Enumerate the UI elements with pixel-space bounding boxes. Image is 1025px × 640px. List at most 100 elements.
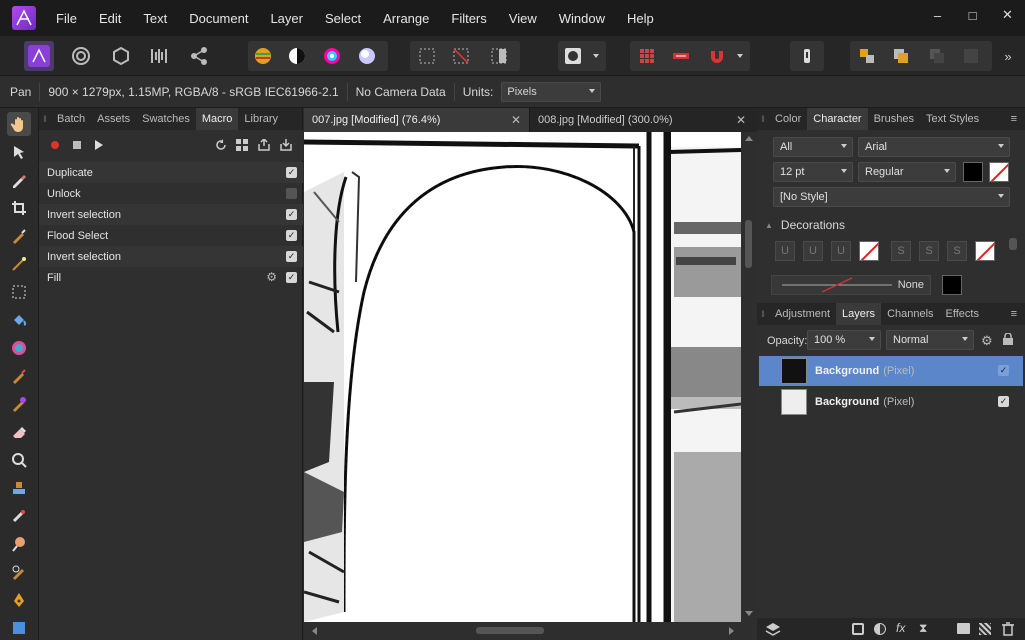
layer-row[interactable]: Background (Pixel) ✓ xyxy=(759,356,1023,386)
clone-brush-tool-icon[interactable] xyxy=(7,476,31,500)
strikethrough-color-swatch[interactable] xyxy=(975,241,995,261)
flood-select-tool-icon[interactable] xyxy=(7,252,31,276)
pen-tool-icon[interactable] xyxy=(7,588,31,612)
strikethrough-double-button[interactable]: S xyxy=(919,241,939,261)
liquify-persona-icon[interactable] xyxy=(68,41,94,71)
import-macro-icon[interactable] xyxy=(280,139,292,154)
tab-text-styles[interactable]: Text Styles xyxy=(920,108,985,130)
lock-icon[interactable] xyxy=(1003,332,1013,348)
force-pixel-alignment-icon[interactable] xyxy=(668,41,694,71)
adjustment-layer-icon[interactable] xyxy=(874,623,886,635)
marquee-tool-icon[interactable] xyxy=(7,280,31,304)
gear-icon[interactable]: ⚙ xyxy=(981,333,993,349)
blend-mode-select[interactable]: Normal xyxy=(886,330,974,350)
tab-assets[interactable]: Assets xyxy=(91,108,136,130)
move-tool-icon[interactable] xyxy=(7,140,31,164)
menu-help[interactable]: Help xyxy=(627,11,654,26)
invert-selection-icon[interactable] xyxy=(486,41,512,71)
menu-layer[interactable]: Layer xyxy=(270,11,303,26)
close-icon[interactable]: ✕ xyxy=(511,113,521,127)
tab-library[interactable]: Library xyxy=(238,108,284,130)
line-color-swatch[interactable] xyxy=(942,275,962,295)
macro-step-checkbox[interactable]: ✓ xyxy=(286,167,297,178)
vertical-scrollbar[interactable] xyxy=(741,132,757,622)
underline-dotted-button[interactable]: U xyxy=(831,241,851,261)
macro-step-checkbox[interactable]: ✓ xyxy=(286,230,297,241)
hsl-icon[interactable] xyxy=(319,41,345,71)
underline-color-swatch[interactable] xyxy=(859,241,879,261)
develop-persona-icon[interactable] xyxy=(108,41,134,71)
export-persona-icon[interactable] xyxy=(186,41,212,71)
tab-adjustment[interactable]: Adjustment xyxy=(769,303,836,325)
clear-icon[interactable] xyxy=(215,139,227,154)
document-tab[interactable]: 008.jpg [Modified] (300.0%) ✕ xyxy=(529,108,754,132)
scroll-up-icon[interactable] xyxy=(745,136,753,141)
fx-icon[interactable]: fx xyxy=(896,621,905,635)
font-size-field[interactable]: 12 pt xyxy=(773,162,853,182)
menu-edit[interactable]: Edit xyxy=(99,11,121,26)
tab-batch[interactable]: Batch xyxy=(51,108,91,130)
stop-icon[interactable] xyxy=(73,141,81,149)
quick-mask-dropdown-icon[interactable] xyxy=(588,41,604,71)
snapping-icon[interactable] xyxy=(634,41,660,71)
play-icon[interactable] xyxy=(95,140,103,150)
rectangle-tool-icon[interactable] xyxy=(7,616,31,640)
panel-grip-icon[interactable]: ‖ xyxy=(39,114,51,124)
scope-select[interactable]: All xyxy=(773,137,853,157)
close-button[interactable]: ✕ xyxy=(990,7,1025,23)
add-group-icon[interactable] xyxy=(957,623,970,634)
tab-layers[interactable]: Layers xyxy=(836,303,882,325)
scroll-right-icon[interactable] xyxy=(729,627,734,635)
macro-step-row[interactable]: Invert selection ✓ xyxy=(39,246,303,267)
document-canvas[interactable] xyxy=(304,132,741,622)
macro-step-checkbox[interactable]: ✓ xyxy=(286,209,297,220)
macro-step-checkbox[interactable]: ✓ xyxy=(286,251,297,262)
macro-step-row[interactable]: Duplicate ✓ xyxy=(39,162,303,183)
tab-macro[interactable]: Macro xyxy=(195,108,239,130)
character-panel-scroll-thumb[interactable] xyxy=(1009,238,1017,250)
text-color-swatch[interactable] xyxy=(963,162,983,182)
font-family-select[interactable]: Arial xyxy=(858,137,1010,157)
document-tab[interactable]: 007.jpg [Modified] (76.4%) ✕ xyxy=(304,108,529,132)
menu-view[interactable]: View xyxy=(509,11,537,26)
macro-step-row[interactable]: Invert selection ✓ xyxy=(39,204,303,225)
color-replacement-tool-icon[interactable] xyxy=(7,392,31,416)
vertical-scroll-thumb[interactable] xyxy=(745,220,752,268)
move-to-back-icon[interactable] xyxy=(854,41,880,71)
gear-icon[interactable]: ⚙ xyxy=(266,270,277,284)
white-balance-icon[interactable] xyxy=(354,41,380,71)
menu-filters[interactable]: Filters xyxy=(451,11,486,26)
scroll-down-icon[interactable] xyxy=(745,611,753,616)
close-icon[interactable]: ✕ xyxy=(736,113,746,127)
menu-select[interactable]: Select xyxy=(325,11,361,26)
move-to-front-icon[interactable] xyxy=(958,41,984,71)
tab-color[interactable]: Color xyxy=(769,108,807,130)
underline-double-button[interactable]: U xyxy=(803,241,823,261)
erase-brush-tool-icon[interactable] xyxy=(7,420,31,444)
assistant-icon[interactable] xyxy=(794,41,820,71)
black-white-icon[interactable] xyxy=(284,41,310,71)
trash-icon[interactable] xyxy=(1002,622,1014,639)
move-back-one-icon[interactable] xyxy=(888,41,914,71)
add-pixel-layer-icon[interactable] xyxy=(979,623,991,635)
flood-fill-tool-icon[interactable] xyxy=(7,308,31,332)
mask-layer-icon[interactable] xyxy=(852,623,864,635)
macro-step-row[interactable]: Fill ⚙ ✓ xyxy=(39,267,303,288)
tone-mapping-persona-icon[interactable] xyxy=(146,41,172,71)
tab-character[interactable]: Character xyxy=(807,108,868,130)
move-forward-one-icon[interactable] xyxy=(924,41,950,71)
layer-row[interactable]: Background (Pixel) ✓ xyxy=(759,387,1023,417)
layer-stack-icon[interactable] xyxy=(765,622,781,639)
menu-window[interactable]: Window xyxy=(559,11,605,26)
maximize-button[interactable]: □ xyxy=(955,8,990,23)
smudge-brush-tool-icon[interactable] xyxy=(7,560,31,584)
opacity-field[interactable]: 100 % xyxy=(807,330,881,350)
color-picker-tool-icon[interactable] xyxy=(7,168,31,192)
scroll-left-icon[interactable] xyxy=(312,627,317,635)
select-all-icon[interactable] xyxy=(414,41,440,71)
strikethrough-dotted-button[interactable]: S xyxy=(947,241,967,261)
snapping-dropdown-icon[interactable] xyxy=(732,41,748,71)
photo-persona-icon[interactable] xyxy=(24,41,54,71)
menu-arrange[interactable]: Arrange xyxy=(383,11,429,26)
tab-effects[interactable]: Effects xyxy=(940,303,985,325)
